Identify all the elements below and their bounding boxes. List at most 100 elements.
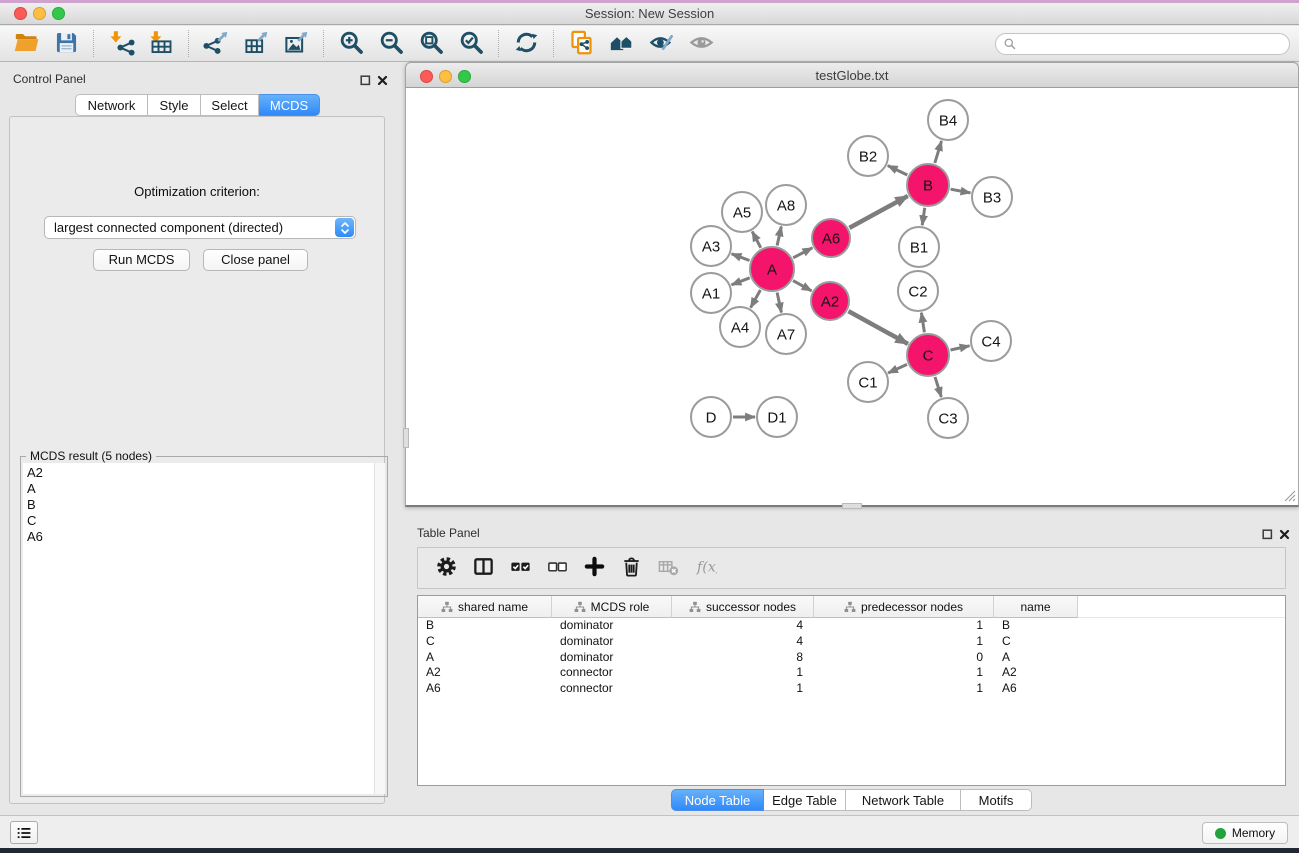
table-cell[interactable]: A2 bbox=[418, 665, 552, 681]
node-B4[interactable]: B4 bbox=[928, 100, 968, 140]
column-header-shared-name[interactable]: shared name bbox=[418, 596, 552, 618]
column-header-successor-nodes[interactable]: successor nodes bbox=[672, 596, 814, 618]
table-cell[interactable]: B bbox=[418, 618, 552, 634]
tab-network[interactable]: Network bbox=[75, 94, 148, 116]
hide-all-columns-button[interactable] bbox=[539, 551, 576, 585]
tab-node-table[interactable]: Node Table bbox=[671, 789, 764, 811]
mcds-result-item[interactable]: B bbox=[23, 497, 385, 513]
node-A5[interactable]: A5 bbox=[722, 192, 762, 232]
open-session-button[interactable] bbox=[6, 28, 46, 60]
save-session-button[interactable] bbox=[46, 28, 86, 60]
network-graph[interactable]: B4B2BB3A8A5A6A3B1AA1C2A2A4A7C4CC1C3DD1 bbox=[406, 88, 1298, 505]
table-close-panel-icon[interactable] bbox=[1279, 527, 1290, 538]
delete-column-button[interactable] bbox=[613, 551, 650, 585]
table-cell[interactable]: 0 bbox=[814, 650, 994, 666]
minimize-window-icon[interactable] bbox=[33, 7, 46, 20]
node-C3[interactable]: C3 bbox=[928, 398, 968, 438]
zoom-fit-button[interactable] bbox=[411, 28, 451, 60]
table-row[interactable]: A6connector11A6 bbox=[418, 681, 1285, 697]
edge-A6-B[interactable] bbox=[849, 196, 907, 228]
table-cell[interactable]: A6 bbox=[994, 681, 1078, 697]
duplicate-network-button[interactable] bbox=[561, 28, 601, 60]
mcds-result-item[interactable]: C bbox=[23, 513, 385, 529]
edge-C-C4[interactable] bbox=[951, 346, 970, 350]
table-cell[interactable]: A bbox=[418, 650, 552, 666]
node-B1[interactable]: B1 bbox=[899, 227, 939, 267]
mcds-result-item[interactable]: A bbox=[23, 481, 385, 497]
zoom-window-icon[interactable] bbox=[52, 7, 65, 20]
optimization-criterion-select[interactable]: largest connected component (directed) bbox=[44, 216, 356, 239]
close-panel-icon[interactable] bbox=[377, 73, 388, 84]
tab-network-table[interactable]: Network Table bbox=[846, 789, 961, 811]
node-B3[interactable]: B3 bbox=[972, 177, 1012, 217]
table-cell[interactable]: B bbox=[994, 618, 1078, 634]
import-table-button[interactable] bbox=[141, 28, 181, 60]
table-cell[interactable]: A bbox=[994, 650, 1078, 666]
network-close-icon[interactable] bbox=[420, 70, 433, 83]
network-canvas[interactable]: B4B2BB3A8A5A6A3B1AA1C2A2A4A7C4CC1C3DD1 bbox=[405, 88, 1299, 507]
node-D1[interactable]: D1 bbox=[757, 397, 797, 437]
edge-A-A1[interactable] bbox=[732, 278, 750, 285]
close-window-icon[interactable] bbox=[14, 7, 27, 20]
refresh-layout-button[interactable] bbox=[506, 28, 546, 60]
node-B2[interactable]: B2 bbox=[848, 136, 888, 176]
table-cell[interactable]: 8 bbox=[672, 650, 814, 666]
edge-A-A5[interactable] bbox=[752, 232, 761, 248]
edge-A-A3[interactable] bbox=[732, 254, 750, 261]
node-A6[interactable]: A6 bbox=[812, 219, 850, 257]
table-settings-button[interactable] bbox=[428, 551, 465, 585]
table-row[interactable]: A2connector11A2 bbox=[418, 665, 1285, 681]
network-zoom-icon[interactable] bbox=[458, 70, 471, 83]
table-cell[interactable]: 1 bbox=[672, 665, 814, 681]
table-cell[interactable]: dominator bbox=[552, 634, 672, 650]
table-cell[interactable]: 1 bbox=[814, 634, 994, 650]
search-box[interactable] bbox=[995, 33, 1290, 55]
tab-style[interactable]: Style bbox=[148, 94, 201, 116]
node-D[interactable]: D bbox=[691, 397, 731, 437]
edge-B-B4[interactable] bbox=[935, 141, 942, 163]
left-edge-grip[interactable] bbox=[403, 428, 409, 448]
import-network-button[interactable] bbox=[101, 28, 141, 60]
show-panels-button[interactable] bbox=[10, 821, 38, 844]
search-input[interactable] bbox=[1017, 35, 1289, 53]
column-header-predecessor-nodes[interactable]: predecessor nodes bbox=[814, 596, 994, 618]
zoom-selected-button[interactable] bbox=[451, 28, 491, 60]
table-row[interactable]: Cdominator41C bbox=[418, 634, 1285, 650]
node-C2[interactable]: C2 bbox=[898, 271, 938, 311]
table-row[interactable]: Adominator80A bbox=[418, 650, 1285, 666]
node-C1[interactable]: C1 bbox=[848, 362, 888, 402]
table-cell[interactable]: 1 bbox=[814, 681, 994, 697]
export-image-button[interactable] bbox=[276, 28, 316, 60]
node-B[interactable]: B bbox=[907, 164, 949, 206]
node-A7[interactable]: A7 bbox=[766, 314, 806, 354]
bottom-edge-grip[interactable] bbox=[842, 503, 862, 509]
table-cell[interactable]: 1 bbox=[814, 618, 994, 634]
table-cell[interactable]: A2 bbox=[994, 665, 1078, 681]
edge-C-C2[interactable] bbox=[921, 313, 924, 333]
close-panel-button[interactable]: Close panel bbox=[203, 249, 308, 271]
node-A4[interactable]: A4 bbox=[720, 307, 760, 347]
tab-motifs[interactable]: Motifs bbox=[961, 789, 1032, 811]
edge-A-A6[interactable] bbox=[793, 248, 812, 258]
edge-B-B1[interactable] bbox=[922, 208, 925, 225]
edge-A-A7[interactable] bbox=[777, 293, 781, 313]
node-C[interactable]: C bbox=[907, 334, 949, 376]
tab-edge-table[interactable]: Edge Table bbox=[764, 789, 846, 811]
network-window-titlebar[interactable]: testGlobe.txt bbox=[405, 62, 1299, 88]
home-view-button[interactable] bbox=[601, 28, 641, 60]
toggle-preview-button[interactable] bbox=[681, 28, 721, 60]
tab-mcds[interactable]: MCDS bbox=[259, 94, 320, 116]
node-A3[interactable]: A3 bbox=[691, 226, 731, 266]
table-cell[interactable]: dominator bbox=[552, 618, 672, 634]
edge-A-A4[interactable] bbox=[751, 290, 761, 308]
table-cell[interactable]: 1 bbox=[672, 681, 814, 697]
table-cell[interactable]: C bbox=[418, 634, 552, 650]
edge-A-A2[interactable] bbox=[793, 281, 812, 291]
resize-grip-icon[interactable] bbox=[1283, 489, 1296, 502]
toggle-annotations-button[interactable] bbox=[641, 28, 681, 60]
run-mcds-button[interactable]: Run MCDS bbox=[93, 249, 190, 271]
table-cell[interactable]: connector bbox=[552, 681, 672, 697]
table-cell[interactable]: connector bbox=[552, 665, 672, 681]
export-network-button[interactable] bbox=[196, 28, 236, 60]
mcds-result-item[interactable]: A6 bbox=[23, 529, 385, 545]
